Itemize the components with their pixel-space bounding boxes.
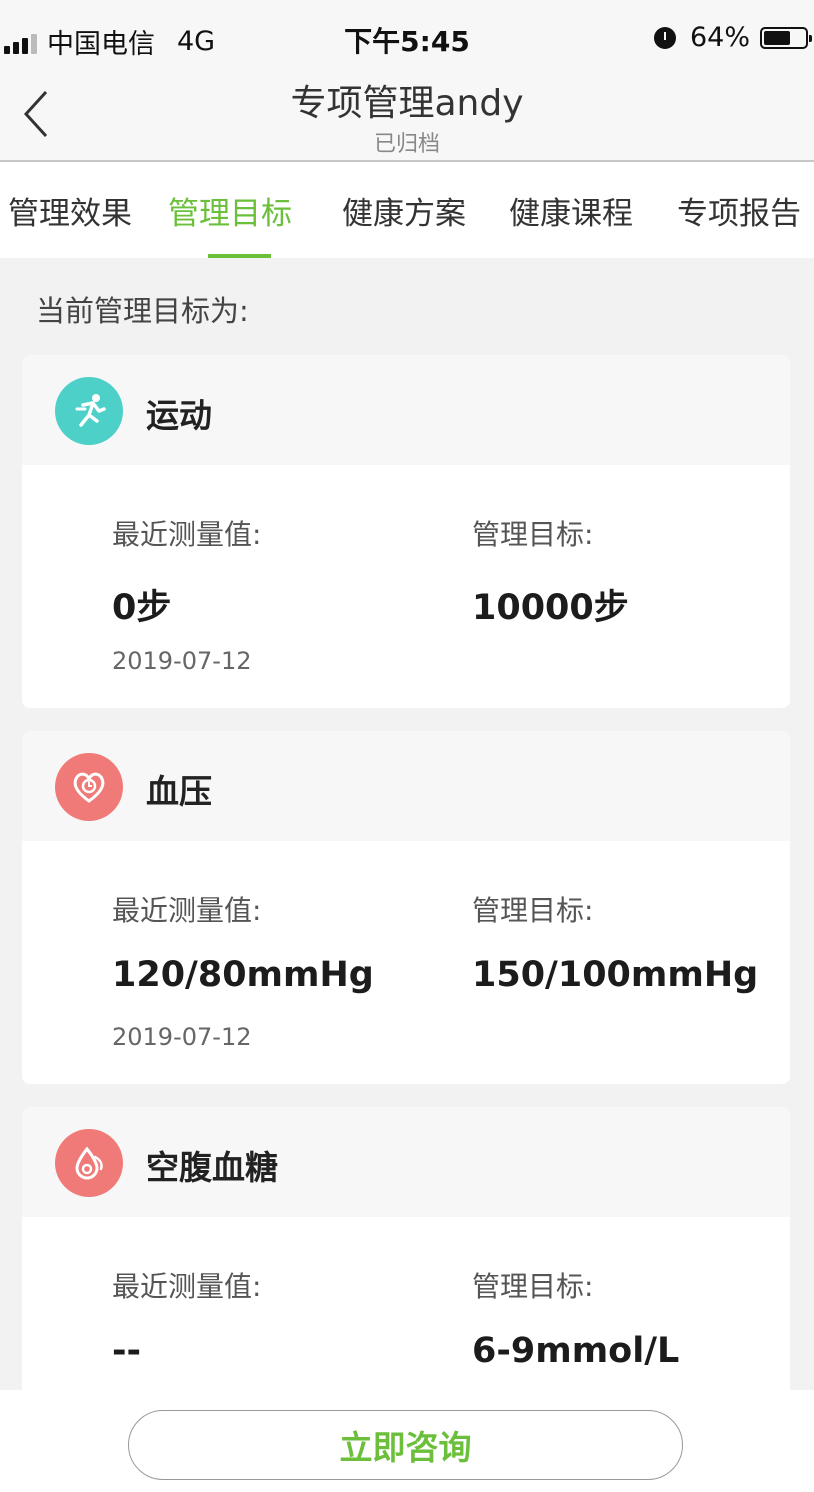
card-header: 空腹血糖 — [22, 1107, 790, 1217]
recent-label: 最近测量值: — [112, 518, 262, 551]
card-body: 最近测量值: 120/80mmHg 2019-07-12 管理目标: 150/1… — [22, 841, 790, 1084]
tab-health-plan[interactable]: 健康方案 — [342, 188, 466, 233]
tab-bar: 管理效果 管理目标 健康方案 健康课程 专项报告 — [0, 162, 814, 258]
active-tab-indicator — [208, 254, 271, 258]
tab-management-goal[interactable]: 管理目标 — [168, 188, 292, 233]
target-label: 管理目标: — [472, 1270, 594, 1303]
card-header: 运动 — [22, 355, 790, 465]
recent-date: 2019-07-12 — [112, 1023, 252, 1051]
recent-value: 120/80mmHg — [112, 955, 374, 995]
battery-icon — [760, 26, 812, 49]
page-title: 专项管理andy — [290, 83, 524, 124]
battery-fill — [764, 30, 790, 45]
target-label: 管理目标: — [472, 894, 594, 927]
target-value: 150/100mmHg — [472, 955, 759, 995]
target-label: 管理目标: — [472, 518, 594, 551]
running-icon — [55, 377, 123, 445]
card-title: 运动 — [146, 396, 212, 435]
tab-management-effect[interactable]: 管理效果 — [8, 188, 132, 233]
target-value: 10000步 — [472, 588, 629, 628]
target-value: 6-9mmol/L — [472, 1331, 680, 1371]
card-body: 最近测量值: -- 管理目标: 6-9mmol/L — [22, 1217, 790, 1397]
recent-label: 最近测量值: — [112, 1270, 262, 1303]
consult-now-button[interactable]: 立即咨询 — [128, 1410, 683, 1480]
card-title: 血压 — [146, 772, 212, 811]
goal-card-blood-pressure: 血压 最近测量值: 120/80mmHg 2019-07-12 管理目标: 15… — [22, 731, 790, 1084]
goal-card-exercise: 运动 最近测量值: 0步 2019-07-12 管理目标: 10000步 — [22, 355, 790, 708]
recent-date: 2019-07-12 — [112, 647, 252, 675]
blood-drop-icon — [55, 1129, 123, 1197]
alarm-icon — [653, 26, 676, 49]
goal-card-fasting-glucose: 空腹血糖 最近测量值: -- 管理目标: 6-9mmol/L — [22, 1107, 790, 1397]
status-bar: 中国电信 4G 下午5:45 64% — [0, 0, 814, 72]
recent-label: 最近测量值: — [112, 894, 262, 927]
page-subtitle: 已归档 — [373, 132, 440, 157]
bottom-bar: 立即咨询 — [0, 1390, 814, 1492]
recent-value: 0步 — [112, 588, 172, 628]
tab-special-report[interactable]: 专项报告 — [677, 188, 801, 233]
heart-pressure-icon — [55, 753, 123, 821]
card-header: 血压 — [22, 731, 790, 841]
status-right: 64% — [653, 22, 812, 53]
battery-percent: 64% — [689, 22, 750, 53]
card-title: 空腹血糖 — [146, 1148, 278, 1187]
nav-header: 专项管理andy 已归档 — [0, 72, 814, 162]
card-body: 最近测量值: 0步 2019-07-12 管理目标: 10000步 — [22, 465, 790, 708]
recent-value: -- — [112, 1331, 142, 1371]
section-label: 当前管理目标为: — [36, 294, 249, 328]
tab-health-course[interactable]: 健康课程 — [509, 188, 633, 233]
